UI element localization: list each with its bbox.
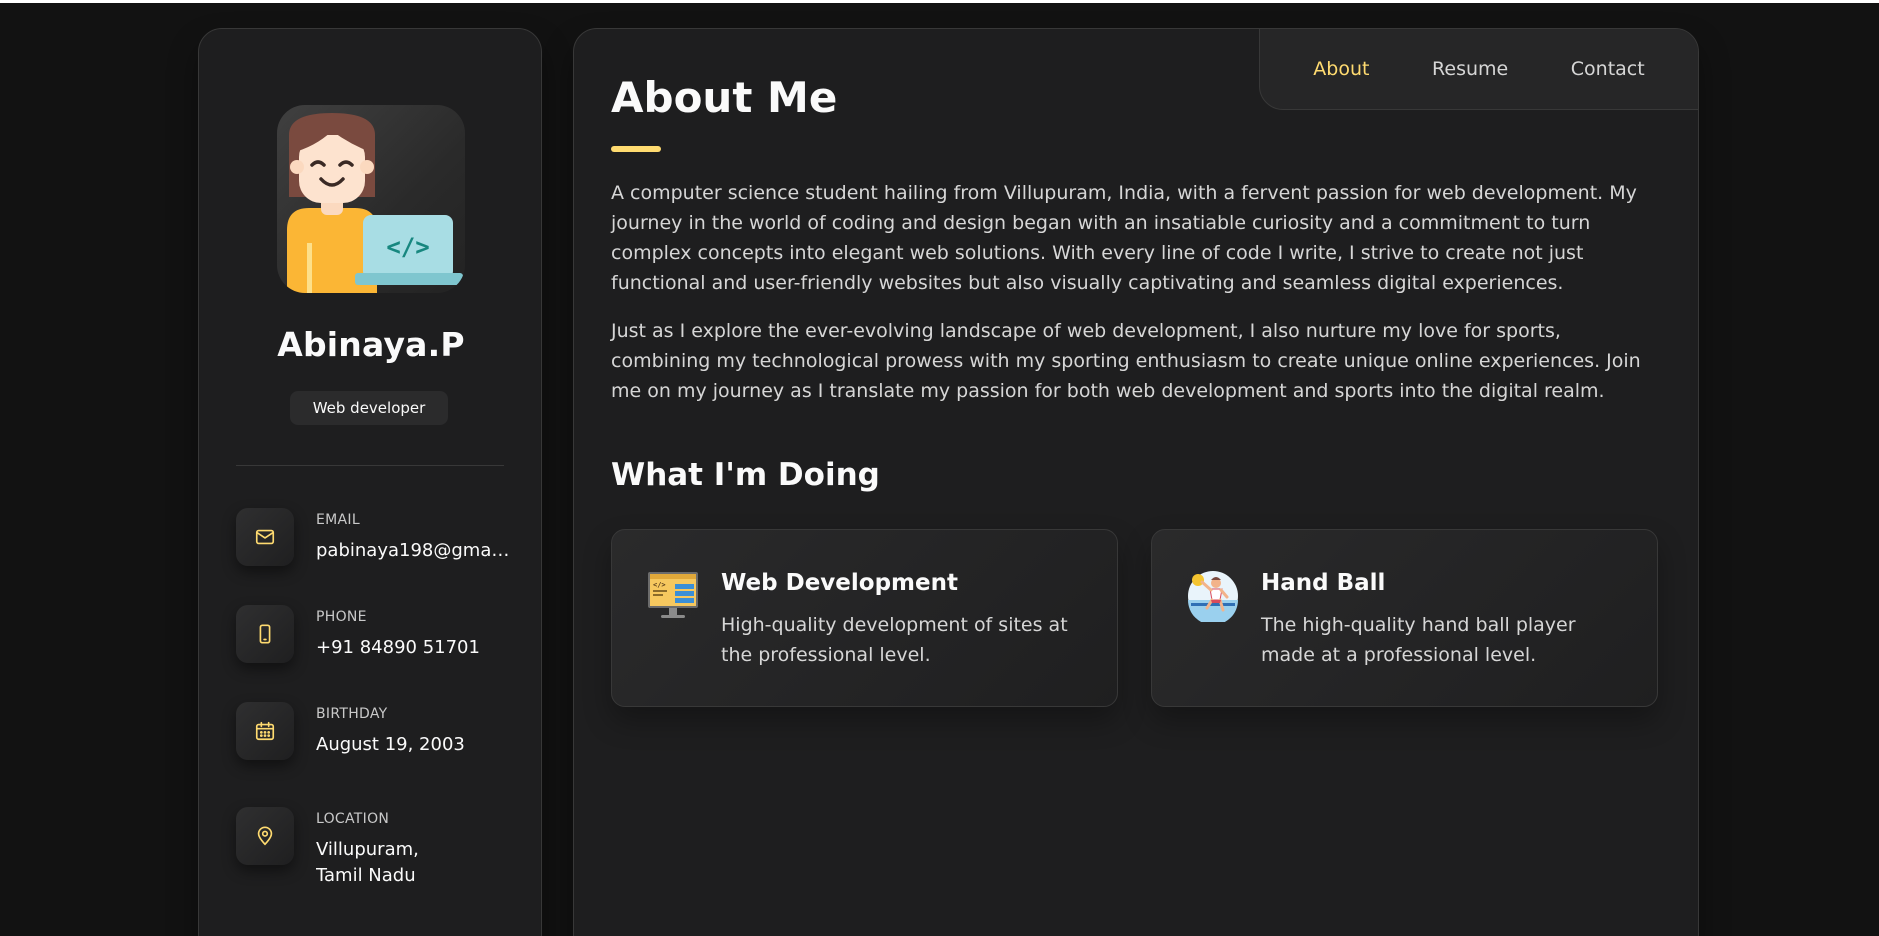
profile-name: Abinaya.P <box>277 325 465 364</box>
svg-text:</>: </> <box>653 581 666 589</box>
nav-contact[interactable]: Contact <box>1571 58 1645 80</box>
services-heading: What I'm Doing <box>611 457 880 493</box>
avatar: </> <box>277 105 465 293</box>
nav-about[interactable]: About <box>1313 58 1369 80</box>
svg-text:</>: </> <box>386 233 429 261</box>
service-card-hand-ball: Hand Ball The high-quality hand ball pla… <box>1151 529 1658 707</box>
separator <box>236 465 504 466</box>
top-border <box>0 0 1879 3</box>
about-paragraph-2: Just as I explore the ever-evolving land… <box>611 320 1641 402</box>
profile-title-badge: Web developer <box>290 391 448 425</box>
page-title: About Me <box>611 73 838 122</box>
phone-link[interactable]: +91 84890 51701 <box>316 635 514 661</box>
service-text: The high-quality hand ball player made a… <box>1261 614 1576 666</box>
about-paragraph-1: A computer science student hailing from … <box>611 182 1637 294</box>
mail-icon <box>236 508 294 566</box>
phone-icon <box>236 605 294 663</box>
birthday-value: August 19, 2003 <box>316 734 465 755</box>
web-development-icon: </> <box>648 572 698 618</box>
contact-label: PHONE <box>316 609 367 625</box>
navbar: About Resume Contact <box>1259 29 1698 110</box>
nav-resume[interactable]: Resume <box>1432 58 1508 80</box>
sidebar: </> Abinaya.P Web developer EMAIL pabina… <box>198 28 542 936</box>
title-underline <box>611 146 661 152</box>
service-title: Hand Ball <box>1261 570 1386 596</box>
email-link[interactable]: pabinaya198@gmail.com <box>316 538 514 564</box>
contact-label: BIRTHDAY <box>316 706 388 722</box>
location-pin-icon <box>236 807 294 865</box>
service-card-web-development: </> Web Development High-quality develop… <box>611 529 1118 707</box>
calendar-icon <box>236 702 294 760</box>
service-title: Web Development <box>721 570 958 596</box>
handball-player-icon <box>1188 571 1238 622</box>
main-content: About Resume Contact About Me A computer… <box>573 28 1699 936</box>
developer-avatar-illustration: </> <box>287 113 463 293</box>
contact-label: EMAIL <box>316 512 360 528</box>
service-text: High-quality development of sites at the… <box>721 614 1068 666</box>
contact-label: LOCATION <box>316 811 390 827</box>
location-value: Villupuram, Tamil Nadu <box>316 839 419 886</box>
